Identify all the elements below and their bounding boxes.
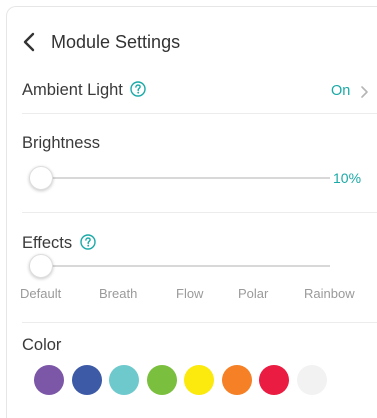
- color-swatch-orange[interactable]: [221, 365, 252, 395]
- brightness-label: Brightness: [22, 134, 100, 152]
- ambient-light-value[interactable]: On: [331, 83, 350, 99]
- effect-option-polar[interactable]: Polar: [238, 286, 268, 301]
- effects-label: Effects: [22, 234, 73, 252]
- color-swatch-red[interactable]: [259, 365, 289, 395]
- divider: [22, 212, 377, 213]
- ambient-light-label: Ambient Light: [22, 81, 123, 99]
- page-title: Module Settings: [51, 32, 181, 52]
- back-icon[interactable]: [20, 30, 42, 54]
- divider: [22, 322, 377, 323]
- color-swatch-white[interactable]: [296, 365, 327, 395]
- effects-slider-handle[interactable]: [29, 254, 53, 278]
- brightness-slider-track[interactable]: [29, 177, 330, 179]
- color-swatch-purple[interactable]: [34, 365, 64, 395]
- color-label: Color: [22, 336, 62, 354]
- brightness-slider-handle[interactable]: [29, 166, 53, 190]
- effect-option-rainbow[interactable]: Rainbow: [304, 286, 355, 301]
- ambient-light-row[interactable]: Ambient Light: [22, 81, 147, 100]
- help-icon[interactable]: [130, 81, 147, 97]
- color-swatch-teal[interactable]: [109, 365, 139, 395]
- color-swatch-yellow[interactable]: [184, 365, 214, 395]
- effect-option-breath[interactable]: Breath: [99, 286, 137, 301]
- help-icon[interactable]: [79, 234, 96, 250]
- divider: [22, 113, 377, 114]
- effects-slider-track[interactable]: [29, 265, 330, 267]
- effects-row: Effects: [22, 234, 96, 253]
- effect-option-flow[interactable]: Flow: [176, 286, 203, 301]
- color-swatch-blue[interactable]: [71, 365, 102, 395]
- color-swatch-green[interactable]: [146, 365, 177, 395]
- chevron-right-icon[interactable]: [360, 85, 369, 104]
- effect-option-default[interactable]: Default: [20, 286, 61, 301]
- brightness-value: 10%: [333, 170, 362, 186]
